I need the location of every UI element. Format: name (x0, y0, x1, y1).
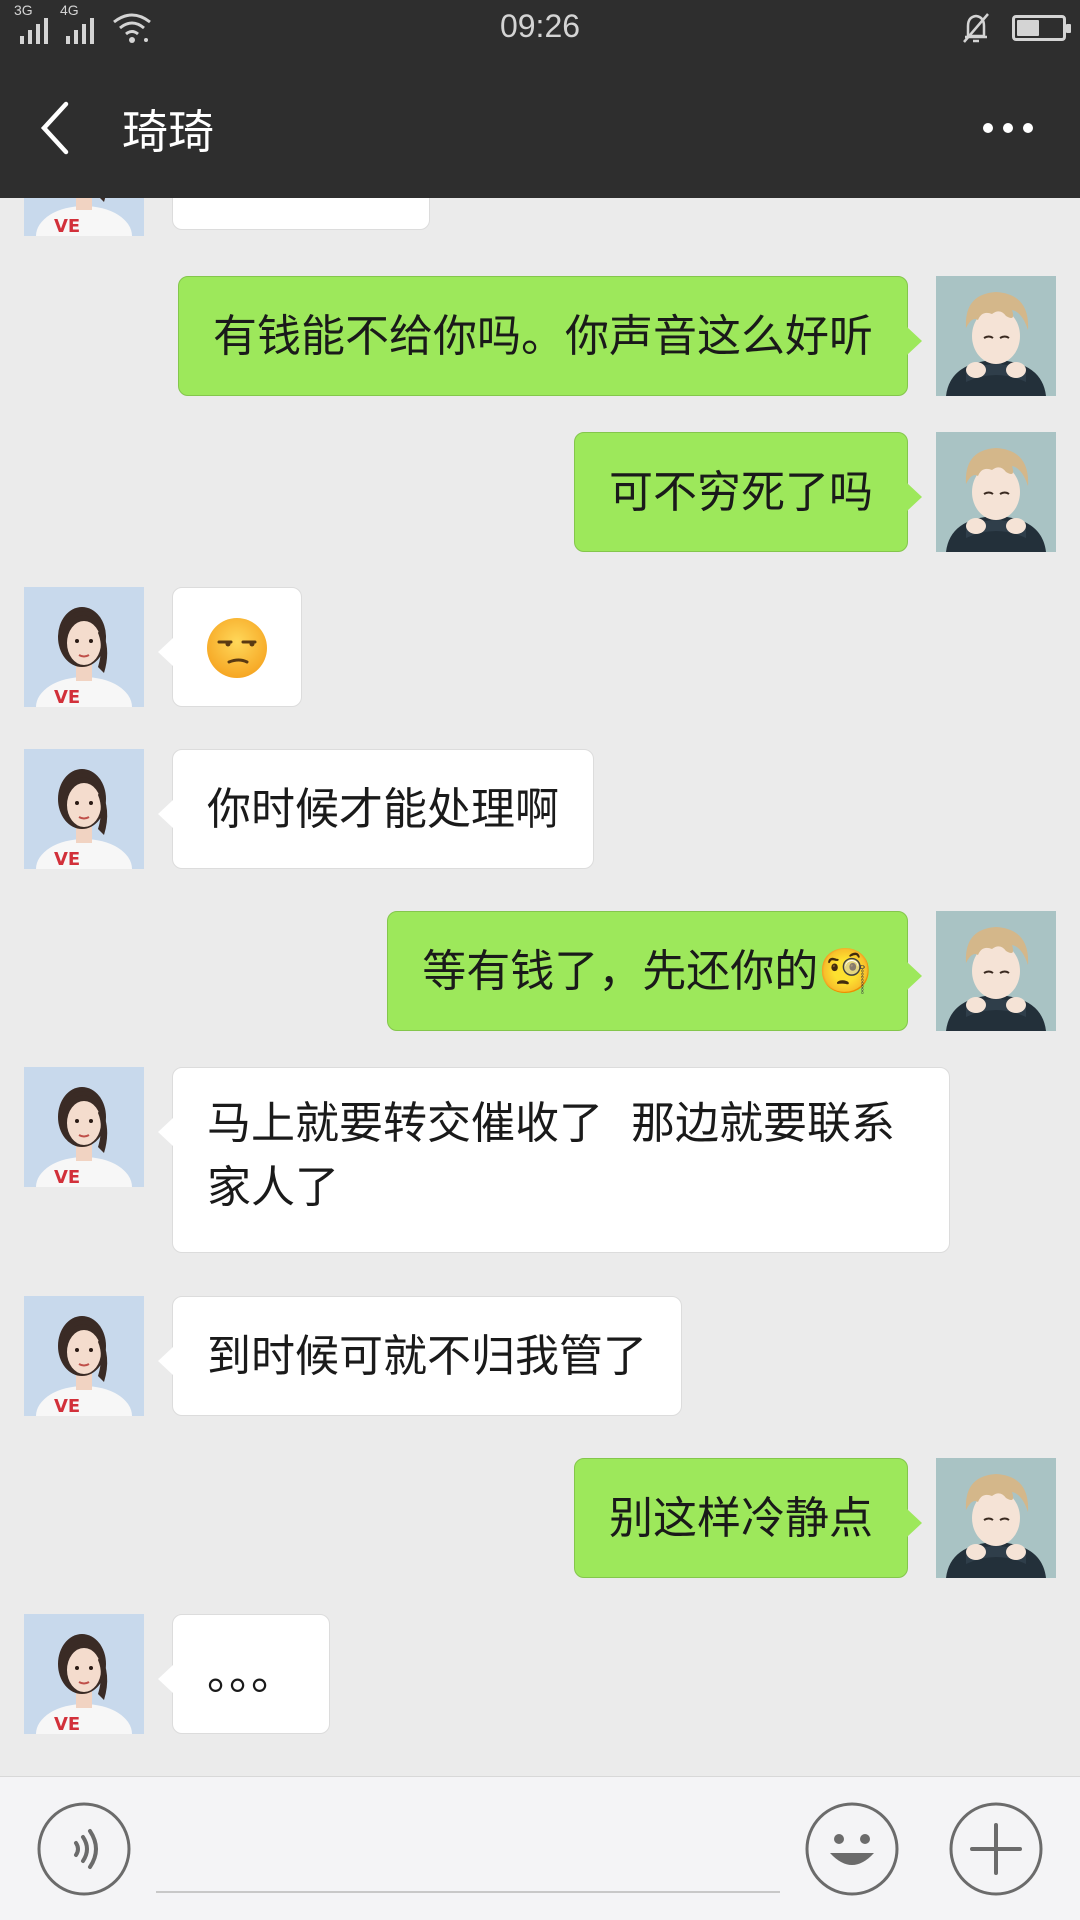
battery-level (1017, 20, 1039, 36)
more-horizontal-icon[interactable] (980, 120, 1036, 136)
message-bubble-outgoing[interactable]: 有钱能不给你吗。你声音这么好听 (178, 276, 922, 396)
message-text: 你时候才能处理啊 (207, 784, 559, 835)
message-bubble-outgoing[interactable]: 别这样冷静点 (574, 1458, 922, 1578)
message-bubble-incoming[interactable]: 😒 (158, 587, 302, 707)
message-input[interactable] (156, 1807, 780, 1893)
voice-icon[interactable] (36, 1801, 132, 1897)
status-time: 09:26 (499, 8, 581, 44)
message-text: 可不穷死了吗 (609, 467, 873, 518)
message-text: 有钱能不给你吗。你声音这么好听 (213, 311, 873, 362)
message-bubble-incoming[interactable]: 到时候可就不归我管了 (158, 1296, 682, 1416)
chevron-left-icon[interactable] (36, 98, 76, 158)
message-bubble-incoming[interactable]: 你时候才能处理啊 (158, 749, 594, 869)
message-bubble-incoming[interactable] (172, 198, 430, 230)
message-bubble-incoming[interactable]: 。。。 (158, 1614, 330, 1734)
input-bar (0, 1776, 1080, 1920)
battery-icon (1012, 15, 1071, 41)
message-text: 等有钱了，先还你的🧐 (422, 946, 873, 997)
status-right (958, 10, 1071, 46)
message-text: 马上就要转交催收了 那边就要联系家人了 (207, 1098, 895, 1213)
contact-avatar[interactable] (24, 587, 144, 707)
contact-avatar[interactable] (24, 1614, 144, 1734)
plus-icon[interactable] (948, 1801, 1044, 1897)
chat-header: 琦琦 (0, 58, 1080, 198)
my-avatar[interactable] (936, 276, 1056, 396)
chat-title: 琦琦 (122, 105, 214, 159)
message-text: 到时候可就不归我管了 (207, 1331, 647, 1382)
message-bubble-outgoing[interactable]: 可不穷死了吗 (574, 432, 922, 552)
bell-muted-icon (963, 13, 989, 43)
message-bubble-incoming[interactable]: 马上就要转交催收了 那边就要联系家人了 (158, 1067, 950, 1253)
message-text: 别这样冷静点 (609, 1493, 873, 1544)
emoji-icon[interactable] (804, 1801, 900, 1897)
my-avatar[interactable] (936, 1458, 1056, 1578)
status-bar: 3G 4G 09:26 (0, 0, 1080, 58)
contact-avatar[interactable] (24, 1067, 144, 1187)
contact-avatar[interactable] (24, 1296, 144, 1416)
chat-message-list[interactable]: 有钱能不给你吗。你声音这么好听 可不穷死了吗 😒 你时候才能处理啊 等有 (0, 198, 1080, 1776)
message-bubble-outgoing[interactable]: 等有钱了，先还你的🧐 (387, 911, 922, 1031)
my-avatar[interactable] (936, 911, 1056, 1031)
contact-avatar[interactable] (24, 198, 144, 236)
contact-avatar[interactable] (24, 749, 144, 869)
message-text: 。。。 (207, 1649, 295, 1700)
my-avatar[interactable] (936, 432, 1056, 552)
